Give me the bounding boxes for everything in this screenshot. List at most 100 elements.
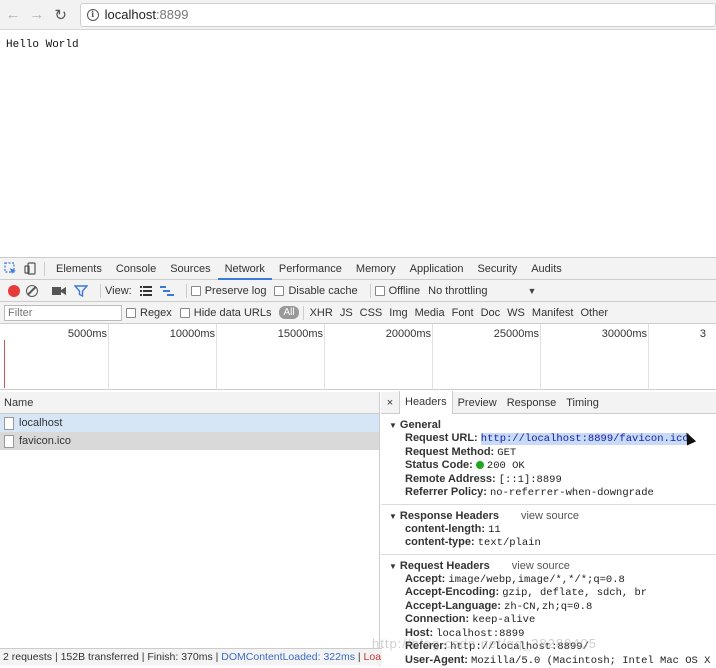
capture-screenshots-icon[interactable]	[52, 286, 66, 296]
filter-type-doc[interactable]: Doc	[481, 307, 501, 319]
hide-data-urls-checkbox[interactable]: Hide data URLs	[179, 307, 271, 319]
timeline-gridline: 5000ms	[68, 324, 109, 390]
general-section-title[interactable]: ▼ General	[389, 418, 716, 432]
tab-security[interactable]: Security	[470, 258, 524, 280]
preserve-log-label: Preserve log	[204, 284, 267, 297]
header-value: keep-alive	[472, 614, 536, 626]
detail-tab-bar: × Headers Preview Response Timing	[381, 391, 716, 414]
expand-triangle-icon: ▼	[389, 421, 397, 430]
filter-type-other[interactable]: Other	[580, 307, 608, 319]
close-icon[interactable]: ×	[383, 397, 397, 409]
header-key: Request Method:	[405, 445, 495, 458]
header-row: content-length: 11	[389, 523, 716, 537]
checkbox-box[interactable]	[374, 285, 385, 296]
tab-audits[interactable]: Audits	[524, 258, 569, 280]
regex-checkbox[interactable]: Regex	[126, 307, 172, 319]
header-value: text/plain	[477, 537, 541, 549]
network-toolbar: View: Preserve log Disable cache Offline…	[0, 280, 716, 302]
header-row: Request URL: http://localhost:8899/favic…	[389, 432, 716, 446]
offline-checkbox[interactable]: Offline	[374, 285, 420, 297]
tab-preview[interactable]: Preview	[453, 392, 502, 414]
request-detail-pane: × Headers Preview Response Timing ▼ Gener…	[381, 391, 716, 667]
column-header-name[interactable]: Name	[0, 392, 379, 414]
device-toolbar-icon[interactable]	[20, 259, 40, 279]
url-host: localhost	[104, 7, 156, 22]
request-row-localhost[interactable]: localhost	[0, 414, 379, 432]
tab-performance[interactable]: Performance	[272, 258, 349, 280]
header-key: content-length:	[405, 522, 486, 535]
record-icon[interactable]	[8, 284, 20, 297]
filter-type-font[interactable]: Font	[452, 307, 474, 319]
filter-type-js[interactable]: JS	[340, 307, 353, 319]
tab-response[interactable]: Response	[502, 392, 562, 414]
header-key: content-type:	[405, 536, 475, 548]
throttling-select[interactable]: No throttling ▼	[428, 285, 536, 297]
checkbox-box[interactable]	[190, 285, 201, 296]
tab-elements[interactable]: Elements	[49, 258, 109, 280]
filter-type-xhr[interactable]: XHR	[310, 307, 333, 319]
filter-type-ws[interactable]: WS	[507, 307, 525, 319]
section-title-text: Request Headers	[399, 559, 490, 572]
checkbox-box[interactable]	[179, 307, 190, 318]
tab-memory[interactable]: Memory	[349, 258, 403, 280]
checkbox-box[interactable]	[274, 285, 285, 296]
response-headers-title[interactable]: ▼ Response Headers view source	[389, 509, 716, 523]
inspect-element-icon[interactable]	[0, 259, 20, 279]
filter-type-css[interactable]: CSS	[360, 307, 383, 319]
divider	[44, 261, 45, 276]
filter-type-all[interactable]: All	[279, 306, 299, 319]
timeline-gridline: 25000ms	[494, 324, 541, 390]
divider	[381, 553, 716, 555]
header-value: [::1]:8899	[498, 473, 562, 486]
address-bar[interactable]: i localhost:8899	[79, 2, 716, 27]
header-key: Remote Address:	[405, 472, 496, 485]
view-source-link[interactable]: view source	[512, 560, 570, 572]
watermark: http://blog.csdn.net/qq_28289405	[372, 636, 597, 651]
header-row: Remote Address: [::1]:8899	[389, 473, 716, 487]
preserve-log-checkbox[interactable]: Preserve log	[190, 284, 267, 297]
divider	[100, 283, 101, 298]
timeline-tick-label: 25000ms	[493, 328, 539, 340]
back-arrow-icon[interactable]: ←	[2, 4, 24, 26]
tab-sources[interactable]: Sources	[163, 258, 217, 280]
view-source-link[interactable]: view source	[521, 510, 579, 522]
forward-arrow-icon[interactable]: →	[26, 4, 48, 26]
tab-application[interactable]: Application	[403, 258, 471, 280]
reload-icon[interactable]: ↻	[50, 4, 72, 26]
filter-icon[interactable]	[74, 284, 88, 297]
tab-console[interactable]: Console	[109, 258, 163, 280]
filter-type-media[interactable]: Media	[415, 307, 445, 319]
info-icon[interactable]: i	[86, 8, 99, 21]
filter-type-manifest[interactable]: Manifest	[532, 307, 574, 319]
timeline-tick-label: 5000ms	[67, 328, 107, 340]
filter-input[interactable]	[4, 304, 122, 321]
devtools-panel: Elements Console Sources Network Perform…	[0, 257, 716, 667]
checkbox-box[interactable]	[126, 307, 136, 318]
url-port: :8899	[155, 7, 189, 22]
request-headers-title[interactable]: ▼ Request Headers view source	[389, 559, 716, 573]
filter-type-img[interactable]: Img	[389, 307, 407, 319]
tab-network[interactable]: Network	[217, 258, 272, 280]
overview-waterfall-icon[interactable]	[159, 285, 174, 296]
timeline-overview[interactable]: 5000ms 10000ms 15000ms 20000ms 25000ms 3…	[0, 324, 716, 390]
disable-cache-checkbox[interactable]: Disable cache	[274, 285, 358, 297]
header-value: no-referrer-when-downgrade	[490, 487, 654, 499]
header-value: image/webp,image/*,*/*;q=0.8	[448, 573, 625, 586]
clear-icon[interactable]	[26, 284, 38, 297]
header-key: Status Code:	[405, 459, 473, 471]
dropdown-arrow-icon: ▼	[527, 285, 537, 296]
document-icon	[4, 434, 14, 448]
header-value: GET	[497, 446, 517, 459]
browser-toolbar: ← → ↻ i localhost:8899	[0, 0, 716, 30]
request-row-favicon[interactable]: favicon.ico	[0, 432, 379, 450]
network-lower-area: Name localhost favicon.ico × Headers Pre…	[0, 391, 716, 667]
timeline-tick-label: 15000ms	[277, 328, 323, 340]
tab-timing[interactable]: Timing	[561, 392, 604, 414]
tab-headers[interactable]: Headers	[399, 391, 453, 414]
header-key: Referrer Policy:	[405, 486, 487, 498]
section-title-text: General	[399, 419, 441, 431]
regex-label: Regex	[140, 306, 172, 319]
large-rows-icon[interactable]	[139, 285, 152, 296]
header-value: zh-CN,zh;q=0.8	[504, 600, 593, 613]
header-key: Accept-Encoding:	[405, 586, 500, 598]
